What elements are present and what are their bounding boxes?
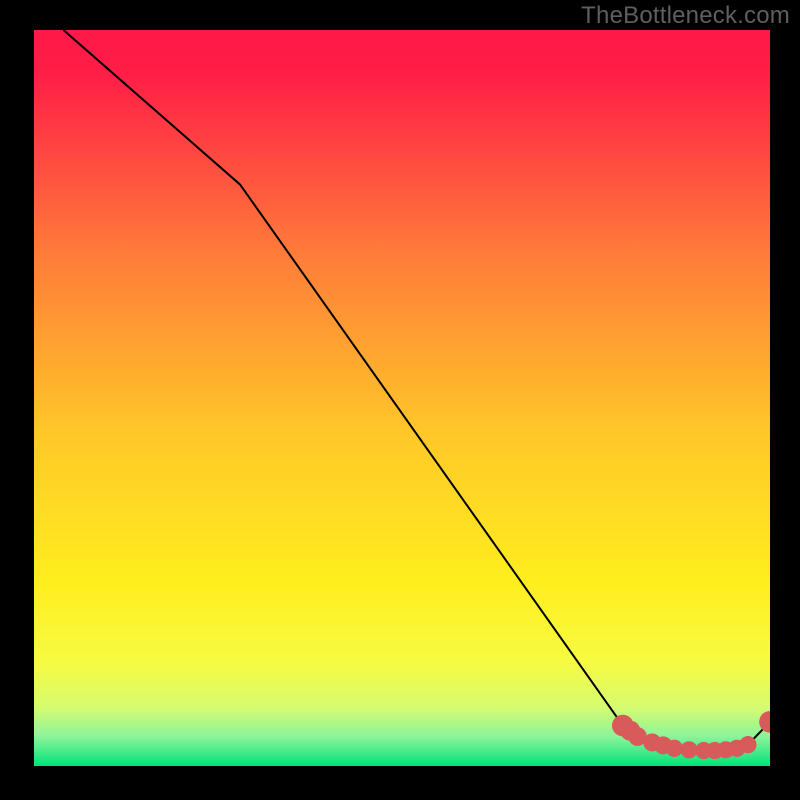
data-marker bbox=[680, 741, 697, 758]
chart-svg bbox=[34, 30, 770, 766]
watermark-text: TheBottleneck.com bbox=[581, 2, 790, 30]
chart-plot bbox=[34, 30, 770, 766]
gradient-background bbox=[34, 30, 770, 766]
data-marker bbox=[666, 740, 683, 757]
data-marker bbox=[739, 736, 756, 753]
chart-frame: TheBottleneck.com bbox=[0, 0, 800, 800]
